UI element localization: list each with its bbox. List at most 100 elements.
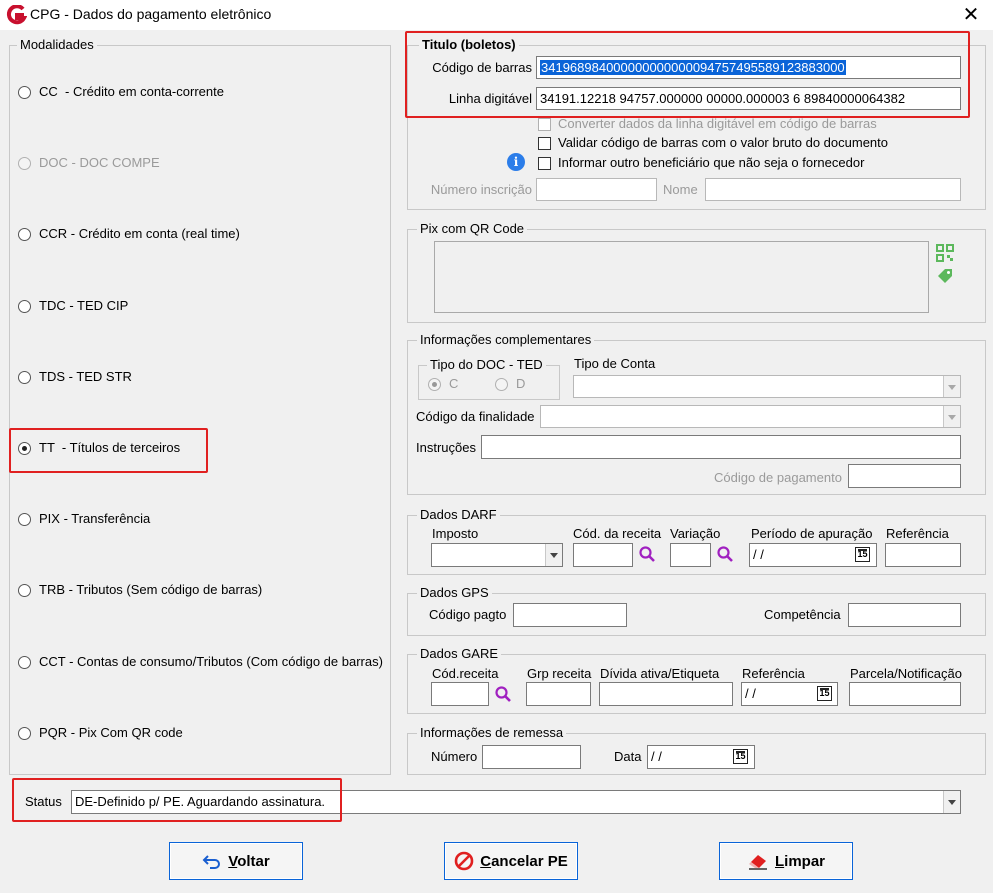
modalidade-radio[interactable] — [18, 656, 31, 669]
periodo-calendar-icon[interactable]: 15 — [855, 547, 870, 562]
window-title: CPG - Dados do pagamento eletrônico — [30, 6, 272, 22]
modalidade-label[interactable]: CC - Crédito em conta-corrente — [39, 84, 224, 100]
codigo-finalidade-label: Código da finalidade — [416, 409, 535, 424]
close-button[interactable]: ✕ — [956, 2, 986, 28]
codigo-finalidade-dropdown-icon — [943, 406, 960, 427]
tipo-doc-c-label: C — [449, 376, 459, 391]
periodo-label: Período de apuração — [751, 526, 873, 541]
status-dropdown-icon — [943, 791, 960, 813]
numero-inscricao-label: Número inscrição — [430, 182, 532, 197]
converter-label: Converter dados da linha digitável em có… — [558, 116, 877, 131]
limpar-label: Limpar — [774, 852, 826, 870]
cancelar-pe-button[interactable]: Cancelar PE — [444, 842, 578, 880]
imposto-dropdown-icon — [545, 544, 562, 566]
status-highlight — [12, 778, 342, 822]
titulo-highlight — [405, 31, 970, 118]
divida-label: Dívida ativa/Etiqueta — [600, 666, 720, 681]
darf-cod-receita-input[interactable] — [573, 543, 633, 567]
numero-input[interactable] — [482, 745, 581, 769]
codigo-pagamento-label: Código de pagamento — [714, 470, 842, 485]
modalidade-radio[interactable] — [18, 157, 31, 170]
modalidade-label[interactable]: DOC - DOC COMPE — [39, 155, 160, 171]
informar-checkbox[interactable] — [538, 157, 551, 170]
pix-qr-legend: Pix com QR Code — [417, 222, 528, 236]
pix-qr-textarea[interactable] — [434, 241, 929, 313]
tipo-conta-label: Tipo de Conta — [574, 356, 656, 371]
selected-modalidade-highlight — [9, 428, 208, 473]
cancel-icon — [454, 851, 474, 871]
modalidade-radio[interactable] — [18, 86, 31, 99]
modalidade-label[interactable]: TDS - TED STR — [39, 369, 132, 385]
informar-label: Informar outro beneficiário que não seja… — [558, 155, 865, 170]
remessa-legend: Informações de remessa — [417, 726, 567, 740]
numero-label: Número — [431, 749, 478, 764]
codigo-pagto-label: Código pagto — [429, 607, 507, 622]
imposto-label: Imposto — [432, 526, 479, 541]
nome-label: Nome — [663, 182, 698, 197]
info-icon[interactable]: i — [507, 153, 525, 171]
gps-legend: Dados GPS — [417, 586, 492, 600]
tag-icon[interactable] — [936, 267, 954, 285]
modalidade-radio[interactable] — [18, 727, 31, 740]
gare-legend: Dados GARE — [417, 647, 502, 661]
numero-inscricao-input[interactable] — [536, 178, 657, 201]
cancelar-pe-label: Cancelar PE — [480, 852, 568, 870]
modalidade-label[interactable]: PIX - Transferência — [39, 511, 150, 527]
modalidade-label[interactable]: TDC - TED CIP — [39, 298, 128, 314]
modalidade-radio[interactable] — [18, 513, 31, 526]
modalidade-label[interactable]: CCR - Crédito em conta (real time) — [39, 226, 240, 242]
tipo-doc-d-radio[interactable] — [495, 378, 508, 391]
qr-code-icon[interactable] — [936, 244, 954, 262]
darf-referencia-label: Referência — [886, 526, 949, 541]
validar-label: Validar código de barras com o valor bru… — [558, 135, 889, 150]
codigo-pagto-input[interactable] — [513, 603, 627, 627]
modalidades-legend: Modalidades — [17, 38, 97, 52]
darf-cod-receita-search-icon[interactable] — [638, 545, 656, 563]
variacao-input[interactable] — [670, 543, 711, 567]
tipo-conta-dropdown-icon — [943, 376, 960, 397]
tipo-conta-select[interactable] — [573, 375, 961, 398]
gare-referencia-calendar-icon[interactable]: 15 — [817, 686, 832, 701]
modalidade-label[interactable]: CCT - Contas de consumo/Tributos (Com có… — [39, 654, 383, 670]
darf-cod-receita-label: Cód. da receita — [573, 526, 662, 541]
modalidade-radio[interactable] — [18, 371, 31, 384]
modalidade-label[interactable]: TRB - Tributos (Sem código de barras) — [39, 582, 262, 598]
eraser-icon — [748, 855, 767, 870]
voltar-label: Voltar — [228, 852, 270, 870]
limpar-button[interactable]: Limpar — [719, 842, 853, 880]
variacao-search-icon[interactable] — [716, 545, 734, 563]
validar-checkbox[interactable] — [538, 137, 551, 150]
data-label: Data — [614, 749, 642, 764]
competencia-input[interactable] — [848, 603, 961, 627]
modalidade-radio[interactable] — [18, 228, 31, 241]
competencia-label: Competência — [764, 607, 841, 622]
grp-receita-input[interactable] — [526, 682, 591, 706]
instrucoes-input[interactable] — [481, 435, 961, 459]
gare-cod-receita-label: Cód.receita — [432, 666, 499, 681]
imposto-select[interactable] — [431, 543, 563, 567]
nome-input[interactable] — [705, 178, 961, 201]
undo-arrow-icon — [202, 855, 221, 869]
info-compl-legend: Informações complementares — [417, 333, 595, 347]
gare-referencia-label: Referência — [742, 666, 805, 681]
gare-cod-receita-search-icon[interactable] — [494, 685, 512, 703]
modalidade-label[interactable]: PQR - Pix Com QR code — [39, 725, 183, 741]
modalidade-radio[interactable] — [18, 584, 31, 597]
voltar-button[interactable]: Voltar — [169, 842, 303, 880]
converter-checkbox[interactable] — [538, 118, 551, 131]
instrucoes-label: Instruções — [416, 440, 476, 455]
gare-cod-receita-input[interactable] — [431, 682, 489, 706]
tipo-doc-legend: Tipo do DOC - TED — [427, 358, 546, 372]
codigo-pagamento-input[interactable] — [848, 464, 961, 488]
modalidade-radio[interactable] — [18, 300, 31, 313]
parcela-input[interactable] — [849, 682, 961, 706]
tipo-doc-c-radio[interactable] — [428, 378, 441, 391]
codigo-finalidade-select[interactable] — [540, 405, 961, 428]
tipo-doc-d-label: D — [516, 376, 526, 391]
data-calendar-icon[interactable]: 15 — [733, 749, 748, 764]
divida-input[interactable] — [599, 682, 733, 706]
grp-receita-label: Grp receita — [527, 666, 592, 681]
variacao-label: Variação — [670, 526, 721, 541]
darf-referencia-input[interactable] — [885, 543, 961, 567]
app-logo-icon — [6, 5, 27, 25]
